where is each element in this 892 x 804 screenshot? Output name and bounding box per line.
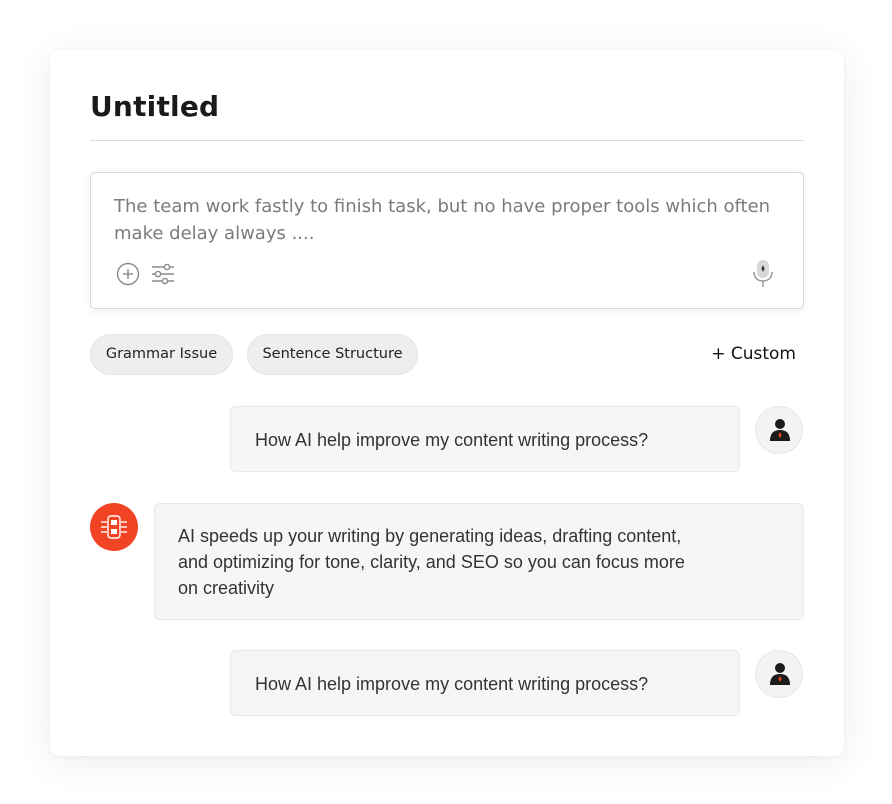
chat-card: Untitled The team work fastly to finish … (50, 50, 844, 756)
plus-circle-icon[interactable] (116, 262, 140, 286)
document-title[interactable]: Untitled (90, 90, 219, 123)
composer-input[interactable]: The team work fastly to finish task, but… (114, 193, 784, 247)
user-message: How AI help improve my content writing p… (230, 406, 740, 472)
sliders-icon[interactable] (151, 263, 175, 285)
message-text: How AI help improve my content writing p… (255, 430, 649, 450)
assistant-avatar (90, 503, 138, 551)
user-icon (770, 419, 790, 441)
message-line: on creativity (178, 578, 275, 598)
message-line: and optimizing for tone, clarity, and SE… (178, 552, 685, 572)
ai-logo-icon (101, 515, 127, 539)
title-divider (90, 140, 804, 141)
microphone-icon[interactable] (751, 259, 775, 289)
chip-grammar-issue[interactable]: Grammar Issue (90, 334, 233, 375)
composer-box[interactable]: The team work fastly to finish task, but… (90, 172, 804, 309)
message-text: How AI help improve my content writing p… (255, 674, 649, 694)
user-icon (770, 663, 790, 685)
add-custom-button[interactable]: + Custom (711, 342, 796, 366)
assistant-message: AI speeds up your writing by generating … (154, 503, 804, 620)
user-message: How AI help improve my content writing p… (230, 650, 740, 716)
user-avatar (755, 650, 803, 698)
user-avatar (755, 406, 803, 454)
message-line: AI speeds up your writing by generating … (178, 526, 682, 546)
chip-sentence-structure[interactable]: Sentence Structure (247, 334, 418, 375)
